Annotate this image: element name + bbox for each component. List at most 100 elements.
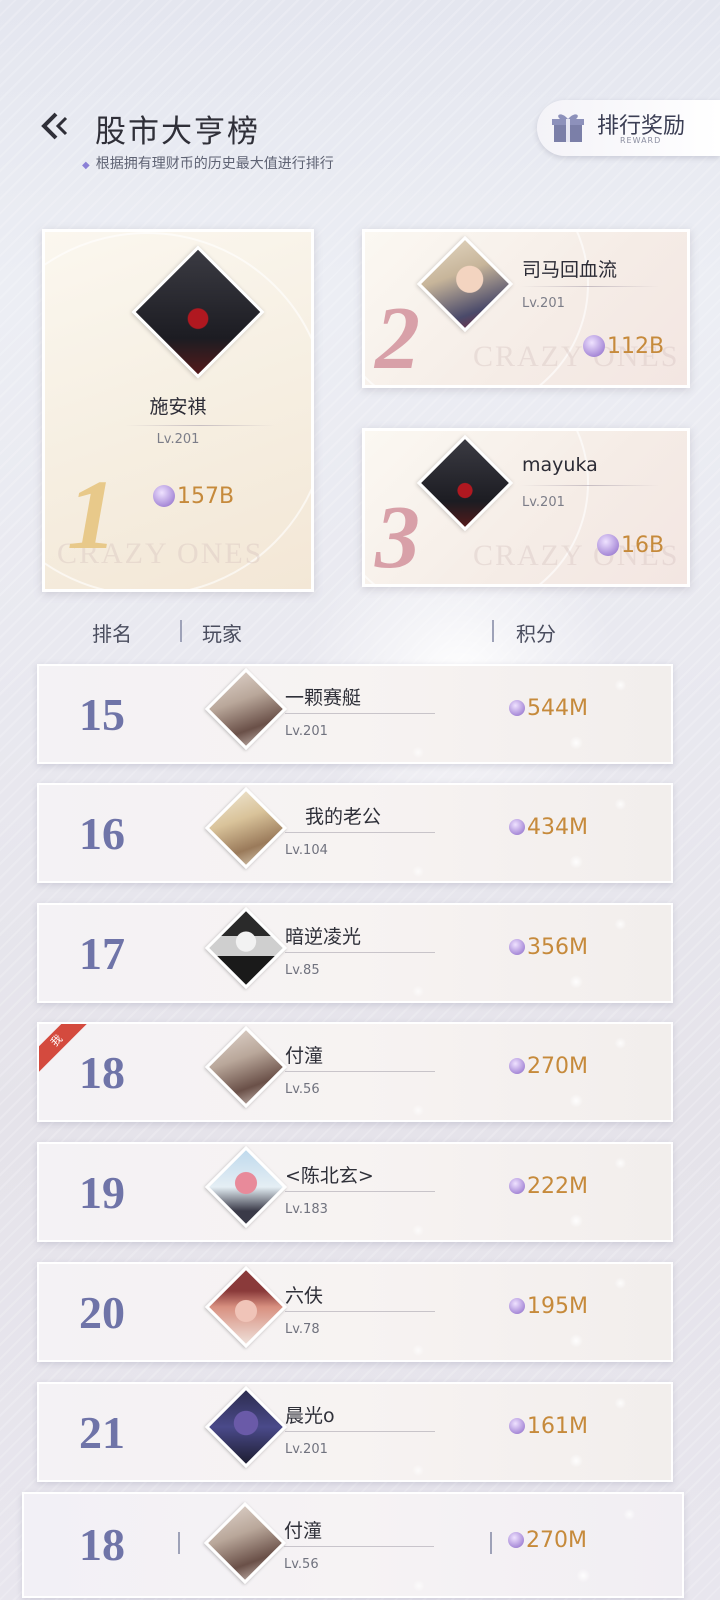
score-value: 195M bbox=[527, 1294, 588, 1319]
ranking-reward-button[interactable]: 排行奖励 REWARD bbox=[537, 100, 720, 156]
coin-icon bbox=[508, 1532, 524, 1548]
page-title: 股市大亨榜 bbox=[95, 114, 260, 150]
player-score: 270M bbox=[509, 1054, 588, 1079]
coin-icon bbox=[509, 700, 525, 716]
coin-icon bbox=[509, 1178, 525, 1194]
player-score: 195M bbox=[509, 1294, 588, 1319]
column-separator bbox=[180, 620, 182, 642]
player-score: 434M bbox=[509, 815, 588, 840]
score-value: 270M bbox=[526, 1528, 587, 1553]
player-name: <陈北玄> bbox=[285, 1165, 374, 1187]
back-arrow-icon bbox=[41, 112, 68, 140]
column-header-player: 玩家 bbox=[202, 622, 242, 646]
coin-icon bbox=[583, 335, 605, 357]
row-rank: 21 bbox=[79, 1407, 125, 1458]
column-header-score: 积分 bbox=[516, 622, 556, 646]
score-value: 112B bbox=[607, 334, 665, 359]
table-row-me[interactable]: 我 18 付潼 Lv.56 270M bbox=[37, 1022, 673, 1122]
row-rank: 20 bbox=[79, 1287, 125, 1338]
my-rank-bar[interactable]: 18 付潼 Lv.56 270M bbox=[22, 1492, 684, 1598]
table-row[interactable]: 15 一颗赛艇 Lv.201 544M bbox=[37, 664, 673, 764]
score-value: 544M bbox=[527, 696, 588, 721]
divider bbox=[520, 286, 660, 287]
table-row[interactable]: 17 暗逆凌光 Lv.85 356M bbox=[37, 903, 673, 1003]
score-value: 222M bbox=[527, 1174, 588, 1199]
player-name: 暗逆凌光 bbox=[285, 926, 362, 948]
divider bbox=[285, 1311, 435, 1312]
player-name: 我的老公 bbox=[305, 806, 382, 828]
back-button[interactable] bbox=[36, 106, 76, 146]
coin-icon bbox=[509, 819, 525, 835]
rank-number: 3 bbox=[375, 488, 420, 587]
score-value: 270M bbox=[527, 1054, 588, 1079]
coin-icon bbox=[509, 1418, 525, 1434]
diamond-bullet-icon: ◆ bbox=[82, 160, 90, 171]
column-separator bbox=[490, 1532, 492, 1554]
player-level: Lv.201 bbox=[285, 724, 328, 739]
divider bbox=[285, 713, 435, 714]
top3-card[interactable]: CRAZY ONES 3 mayuka Lv.201 16B bbox=[362, 428, 690, 587]
row-rank: 17 bbox=[79, 928, 125, 979]
coin-icon bbox=[597, 534, 619, 556]
column-separator bbox=[492, 620, 494, 642]
player-level: Lv.201 bbox=[522, 495, 565, 510]
player-score: 161M bbox=[509, 1414, 588, 1439]
divider bbox=[285, 832, 435, 833]
divider bbox=[285, 952, 435, 953]
player-name: 司马回血流 bbox=[522, 259, 618, 281]
subtitle-text: 根据拥有理财币的历史最大值进行排行 bbox=[95, 156, 334, 172]
table-row[interactable]: 21 晨光o Lv.201 161M bbox=[37, 1382, 673, 1482]
table-row[interactable]: 16 我的老公 Lv.104 434M bbox=[37, 783, 673, 883]
player-name: 晨光o bbox=[285, 1405, 335, 1427]
page-subtitle: ◆ 根据拥有理财币的历史最大值进行排行 bbox=[82, 153, 334, 173]
player-level: Lv.104 bbox=[285, 843, 328, 858]
divider bbox=[520, 485, 660, 486]
coin-icon bbox=[153, 485, 175, 507]
player-level: Lv.183 bbox=[285, 1202, 328, 1217]
column-header-rank: 排名 bbox=[92, 622, 132, 646]
player-name: mayuka bbox=[522, 454, 598, 476]
row-rank: 15 bbox=[79, 689, 125, 740]
table-row[interactable]: 19 <陈北玄> Lv.183 222M bbox=[37, 1142, 673, 1242]
player-score: 544M bbox=[509, 696, 588, 721]
player-score: 16B bbox=[597, 533, 664, 558]
coin-icon bbox=[509, 1298, 525, 1314]
player-level: Lv.201 bbox=[285, 1442, 328, 1457]
player-name: 一颗赛艇 bbox=[285, 687, 362, 709]
divider bbox=[285, 1431, 435, 1432]
player-level: Lv.201 bbox=[156, 432, 200, 447]
player-name: 付潼 bbox=[284, 1520, 323, 1542]
divider bbox=[285, 1191, 435, 1192]
player-level: Lv.201 bbox=[522, 296, 565, 311]
player-level: Lv.56 bbox=[284, 1557, 319, 1572]
player-score: 270M bbox=[508, 1528, 587, 1553]
reward-sublabel: REWARD bbox=[620, 136, 662, 145]
score-value: 356M bbox=[527, 935, 588, 960]
player-level: Lv.85 bbox=[285, 963, 320, 978]
score-value: 434M bbox=[527, 815, 588, 840]
coin-icon bbox=[509, 939, 525, 955]
player-score: 356M bbox=[509, 935, 588, 960]
player-score: 157B bbox=[153, 484, 234, 509]
player-name: 付潼 bbox=[285, 1045, 324, 1067]
divider bbox=[285, 1071, 435, 1072]
top1-card[interactable]: CRAZY ONES 1 施安祺 Lv.201 157B bbox=[42, 229, 314, 592]
player-level: Lv.78 bbox=[285, 1322, 320, 1337]
coin-icon bbox=[509, 1058, 525, 1074]
gift-icon bbox=[552, 114, 584, 142]
row-rank: 18 bbox=[79, 1519, 125, 1570]
column-separator bbox=[178, 1532, 180, 1554]
rank-number: 1 bbox=[67, 459, 117, 570]
score-value: 161M bbox=[527, 1414, 588, 1439]
row-rank: 19 bbox=[79, 1167, 125, 1218]
row-rank: 16 bbox=[79, 808, 125, 859]
player-score: 222M bbox=[509, 1174, 588, 1199]
top2-card[interactable]: CRAZY ONES 2 司马回血流 Lv.201 112B bbox=[362, 229, 690, 388]
player-name: 施安祺 bbox=[149, 396, 207, 418]
player-level: Lv.56 bbox=[285, 1082, 320, 1097]
table-row[interactable]: 20 六伕 Lv.78 195M bbox=[37, 1262, 673, 1362]
player-score: 112B bbox=[583, 334, 664, 359]
score-value: 157B bbox=[177, 484, 235, 509]
divider bbox=[284, 1546, 434, 1547]
score-value: 16B bbox=[621, 533, 665, 558]
